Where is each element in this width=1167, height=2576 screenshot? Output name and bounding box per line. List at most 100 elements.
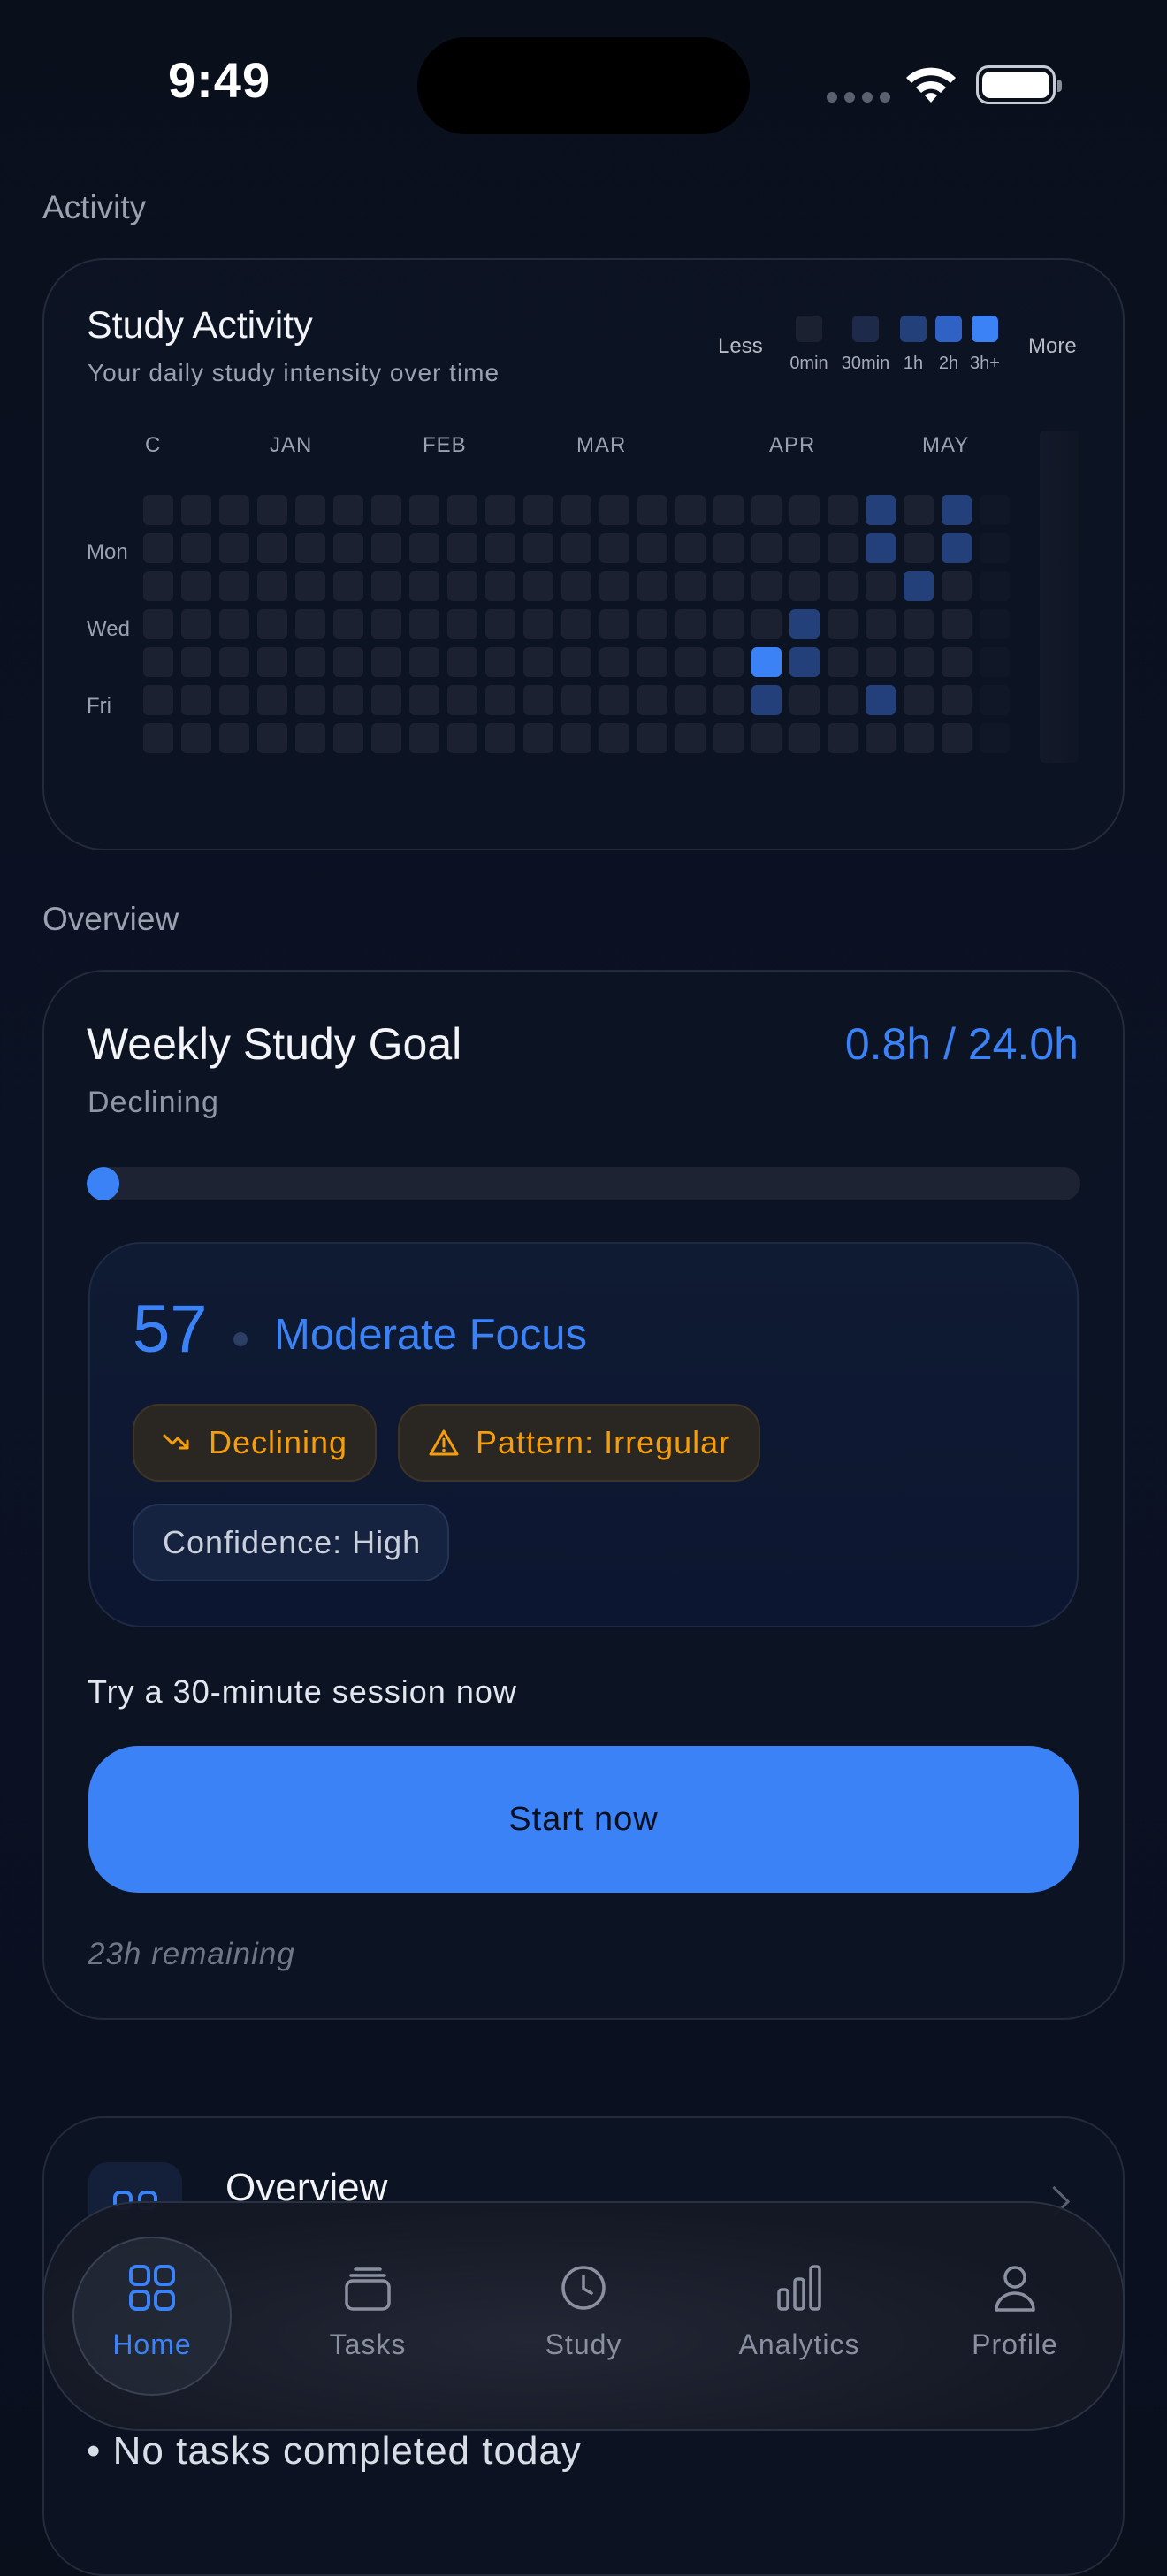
separator-dot xyxy=(233,1332,248,1346)
heatmap-cell xyxy=(333,723,363,753)
heatmap-cell xyxy=(713,685,744,715)
heatmap-cell xyxy=(181,533,211,563)
heatmap-cell xyxy=(828,571,858,601)
heatmap-cell xyxy=(523,571,553,601)
no-tasks-message: • No tasks completed today xyxy=(87,2429,582,2473)
tab-study[interactable]: Study xyxy=(495,2263,672,2361)
heatmap-cell xyxy=(447,723,477,753)
heatmap-cell xyxy=(295,647,325,677)
heatmap-cell xyxy=(561,609,591,639)
heatmap-cell xyxy=(219,723,249,753)
legend-caption: 0min xyxy=(789,354,828,373)
heatmap-cell xyxy=(675,495,706,525)
heatmap-cell xyxy=(942,723,972,753)
clock-icon xyxy=(561,2266,606,2310)
heatmap-cell xyxy=(713,533,744,563)
heatmap-cell xyxy=(751,609,782,639)
tab-tasks-label: Tasks xyxy=(329,2328,407,2360)
heatmap-cell xyxy=(980,609,1010,639)
heatmap-cell xyxy=(333,609,363,639)
tab-analytics-label: Analytics xyxy=(738,2328,860,2360)
grid-icon xyxy=(129,2265,175,2311)
heatmap-cell xyxy=(485,647,515,677)
month-label: MAR xyxy=(576,433,627,457)
heatmap-cell xyxy=(828,609,858,639)
confidence-chip-label: Confidence: High xyxy=(163,1524,422,1560)
stack-icon xyxy=(345,2267,391,2311)
heatmap-cell xyxy=(828,647,858,677)
day-label-fri: Fri xyxy=(87,694,111,718)
heatmap-cell xyxy=(561,647,591,677)
battery-icon xyxy=(976,65,1062,104)
heatmap-cell xyxy=(561,571,591,601)
heatmap-cell xyxy=(523,609,553,639)
heatmap-cell xyxy=(675,647,706,677)
heatmap-cell xyxy=(637,647,667,677)
heatmap-cell xyxy=(485,609,515,639)
heatmap-cell xyxy=(980,685,1010,715)
section-label-activity: Activity xyxy=(42,189,147,225)
study-activity-title: Study Activity xyxy=(87,304,313,347)
heatmap-cell xyxy=(866,609,896,639)
heatmap-cell xyxy=(333,647,363,677)
heatmap-cell xyxy=(371,723,401,753)
heatmap-cell xyxy=(143,647,173,677)
heatmap-cell xyxy=(904,685,934,715)
heatmap-cell xyxy=(257,647,287,677)
month-label: APR xyxy=(769,433,816,457)
trend-chip-label: Declining xyxy=(209,1424,348,1460)
tab-home[interactable]: Home xyxy=(64,2263,240,2361)
month-label: FEB xyxy=(423,433,467,457)
month-label: C xyxy=(145,433,162,457)
tab-profile[interactable]: Profile xyxy=(927,2263,1103,2361)
tab-home-label: Home xyxy=(112,2328,192,2360)
legend-swatch xyxy=(852,316,879,342)
tab-tasks[interactable]: Tasks xyxy=(279,2263,456,2361)
heatmap-cell xyxy=(942,571,972,601)
person-icon xyxy=(995,2266,1035,2312)
pattern-chip: Pattern: Irregular xyxy=(398,1404,760,1482)
heatmap-cell xyxy=(904,723,934,753)
heatmap-cell xyxy=(143,495,173,525)
heatmap-cell xyxy=(866,495,896,525)
heatmap-cell xyxy=(181,609,211,639)
weekly-goal-title: Weekly Study Goal xyxy=(87,1019,462,1069)
heatmap-cell xyxy=(447,533,477,563)
heatmap-cell xyxy=(181,685,211,715)
heatmap-cell xyxy=(637,571,667,601)
heatmap-cell xyxy=(447,609,477,639)
heatmap-cell xyxy=(980,495,1010,525)
heatmap-cell xyxy=(599,533,629,563)
heatmap-cell xyxy=(942,647,972,677)
heatmap-cell xyxy=(295,685,325,715)
heatmap-cell xyxy=(371,533,401,563)
heatmap-cell xyxy=(523,723,553,753)
heatmap-cell xyxy=(751,571,782,601)
heatmap-cell xyxy=(219,571,249,601)
heatmap-cell xyxy=(713,609,744,639)
heatmap-scroll-fade xyxy=(1040,431,1079,763)
heatmap-cell xyxy=(751,533,782,563)
heatmap-cell xyxy=(904,647,934,677)
heatmap-cell xyxy=(980,647,1010,677)
heatmap-cell xyxy=(295,495,325,525)
heatmap-cell xyxy=(181,723,211,753)
heatmap-cell xyxy=(295,533,325,563)
heatmap-cell xyxy=(904,571,934,601)
heatmap-cell xyxy=(866,723,896,753)
heatmap-cell xyxy=(789,495,820,525)
heatmap-cell xyxy=(904,533,934,563)
heatmap-cell xyxy=(713,571,744,601)
heatmap-cell xyxy=(599,685,629,715)
legend-caption: 3h+ xyxy=(970,354,1000,373)
heatmap-cell xyxy=(828,723,858,753)
heatmap-cell xyxy=(942,685,972,715)
weekly-goal-value: 0.8h / 24.0h xyxy=(844,1019,1079,1069)
heatmap-cell xyxy=(637,495,667,525)
start-now-button[interactable]: Start now xyxy=(88,1746,1079,1893)
heatmap-cell xyxy=(181,571,211,601)
weekly-goal-progress xyxy=(87,1167,1080,1200)
tab-analytics[interactable]: Analytics xyxy=(711,2263,888,2361)
heatmap-cell xyxy=(333,495,363,525)
heatmap-cell xyxy=(637,609,667,639)
